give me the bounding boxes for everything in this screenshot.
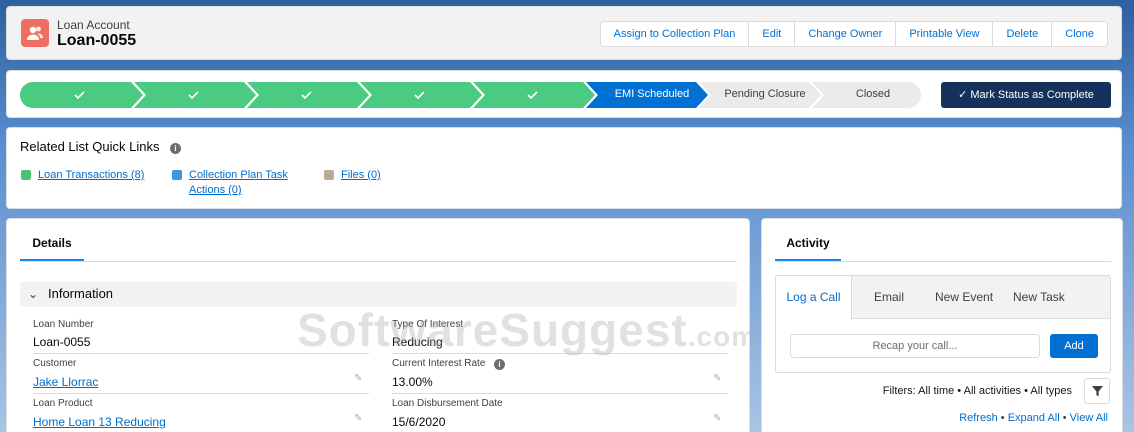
closed-label: Closed: [855, 88, 891, 100]
field-divider: [392, 393, 728, 394]
edit-pencil-icon[interactable]: ✎: [354, 413, 362, 424]
field-label-loan-disbursement-date: Loan Disbursement Date: [392, 398, 503, 409]
loan-transactions-icon: [21, 170, 31, 180]
softwaresuggest-watermark: SoftwareSuggest.com: [297, 304, 758, 356]
activity-tabs: Log a Call Email New Event New Task: [776, 276, 1110, 320]
field-label-loan-number: Loan Number: [33, 319, 94, 330]
activity-panel: Activity Log a Call Email New Event New …: [761, 218, 1123, 432]
field-value-loan-disbursement-date: 15/6/2020: [392, 415, 446, 429]
quick-links-title: Related List Quick Links: [20, 139, 160, 154]
tab-email[interactable]: Email: [874, 290, 904, 304]
field-label-customer: Customer: [33, 358, 77, 369]
printable-view-button[interactable]: Printable View: [896, 22, 994, 46]
info-icon[interactable]: i: [494, 359, 505, 370]
tab-details[interactable]: Details: [20, 236, 84, 262]
chevron-down-icon: ⌄: [28, 287, 39, 301]
section-title: Information: [48, 286, 114, 301]
tab-new-task[interactable]: New Task: [1013, 290, 1065, 304]
field-label-current-interest-rate: Current Interest Rate: [392, 358, 486, 369]
edit-pencil-icon[interactable]: ✎: [713, 413, 721, 424]
files-icon: [324, 170, 334, 180]
quick-link-line-2: Actions (0): [189, 184, 242, 196]
object-type-label: Loan Account: [57, 18, 130, 32]
filter-icon: [1092, 386, 1103, 397]
quick-link-collection-plan-task-actions[interactable]: Collection Plan Task Actions (0): [189, 168, 288, 198]
field-value-loan-number: Loan-0055: [33, 335, 91, 349]
assign-collection-plan-button[interactable]: Assign to Collection Plan: [601, 22, 750, 46]
delete-button[interactable]: Delete: [993, 22, 1053, 46]
tab-log-a-call[interactable]: Log a Call: [776, 276, 852, 320]
status-path: EMI Scheduled Pending Closure Closed ✓ M…: [6, 70, 1122, 118]
tab-divider: [20, 261, 737, 262]
field-value-customer[interactable]: Jake Llorrac: [33, 375, 98, 389]
refresh-link[interactable]: Refresh: [959, 412, 998, 424]
quick-link-files[interactable]: Files (0): [341, 168, 381, 183]
field-value-current-interest-rate: 13.00%: [392, 375, 433, 389]
pending-closure-label: Pending Closure: [724, 88, 806, 100]
info-icon[interactable]: i: [170, 143, 181, 154]
action-button-group: Assign to Collection Plan Edit Change Ow…: [599, 21, 1108, 47]
field-value-loan-product[interactable]: Home Loan 13 Reducing: [33, 415, 166, 429]
clone-button[interactable]: Clone: [1052, 22, 1107, 46]
activity-composer: Log a Call Email New Event New Task Reca…: [775, 275, 1111, 373]
quick-link-loan-transactions[interactable]: Loan Transactions (8): [38, 168, 144, 183]
link-separator: •: [1000, 412, 1008, 424]
link-separator: •: [1062, 412, 1070, 424]
record-title: Loan-0055: [57, 32, 137, 49]
activity-links: Refresh • Expand All • View All: [959, 412, 1108, 424]
tab-new-event[interactable]: New Event: [935, 290, 993, 304]
quick-link-line-1: Collection Plan Task: [189, 169, 288, 181]
recap-call-input[interactable]: Recap your call...: [790, 334, 1040, 358]
related-list-quick-links: Related List Quick Links i Loan Transact…: [6, 127, 1122, 209]
record-header: Loan Account Loan-0055 Assign to Collect…: [6, 6, 1122, 60]
edit-pencil-icon[interactable]: ✎: [354, 373, 362, 384]
check-icon: ✓: [958, 89, 971, 101]
activity-filters-text: Filters: All time • All activities • All…: [882, 385, 1072, 397]
mark-status-label: Mark Status as Complete: [970, 89, 1094, 101]
field-divider: [33, 393, 369, 394]
add-button[interactable]: Add: [1050, 334, 1098, 358]
field-label-loan-product: Loan Product: [33, 398, 93, 409]
filter-button[interactable]: [1084, 378, 1110, 404]
mark-status-complete-button[interactable]: ✓ Mark Status as Complete: [941, 82, 1111, 108]
edit-pencil-icon[interactable]: ✎: [713, 373, 721, 384]
tab-divider: [775, 261, 1111, 262]
current-step-label: EMI Scheduled: [614, 88, 690, 100]
change-owner-button[interactable]: Change Owner: [795, 22, 897, 46]
expand-all-link[interactable]: Expand All: [1008, 412, 1060, 424]
edit-button[interactable]: Edit: [749, 22, 796, 46]
task-actions-icon: [172, 170, 182, 180]
loan-account-icon: [21, 19, 49, 47]
view-all-link[interactable]: View All: [1070, 412, 1108, 424]
tab-activity[interactable]: Activity: [775, 236, 841, 262]
